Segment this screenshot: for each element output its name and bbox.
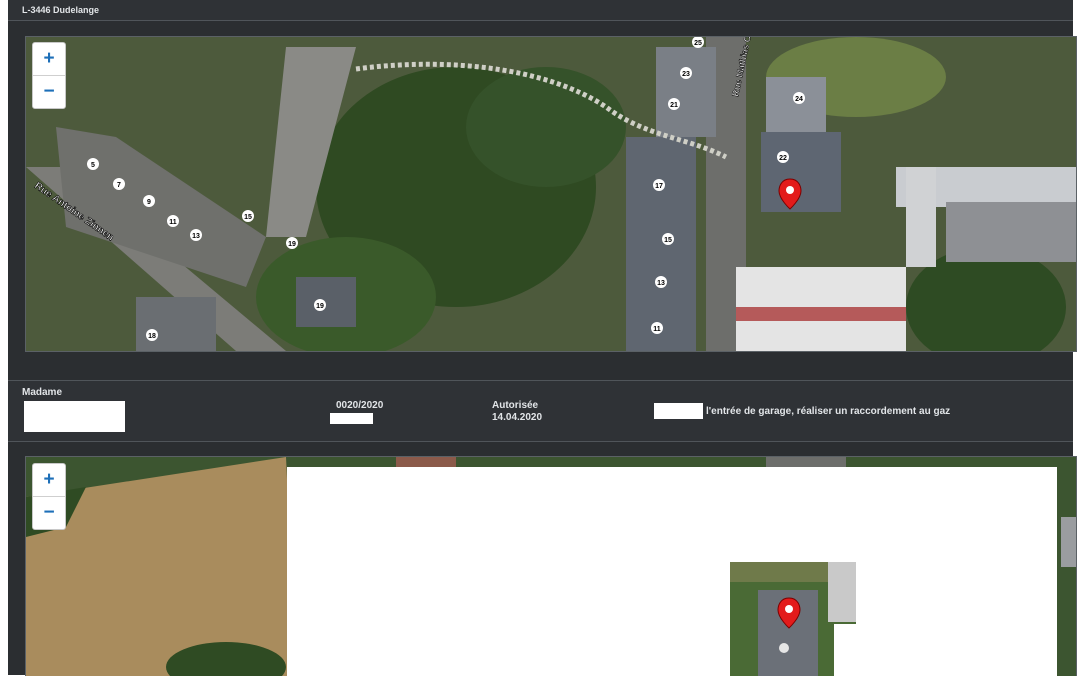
- house-number-label: 18: [148, 333, 156, 340]
- house-number-label: 15: [664, 237, 672, 244]
- house-number-label: 5: [91, 162, 95, 169]
- house-number-label: 23: [682, 71, 690, 78]
- record-description: l'entrée de garage, réaliser un raccorde…: [706, 406, 951, 417]
- house-number-label: 13: [657, 280, 665, 287]
- thumbnail-aerial: [730, 562, 856, 676]
- redacted-dossier-block: [330, 413, 373, 424]
- house-number-label: 9: [147, 199, 151, 206]
- redacted-name-block: [24, 401, 125, 432]
- house-number-label: 25: [694, 40, 702, 47]
- map-aerial-1[interactable]: 25 23 21 24 22 17 15 13 11 5 7 9 11 13 1…: [25, 36, 1077, 352]
- redacted-description-block: [654, 403, 703, 419]
- aerial-imagery-1: 25 23 21 24 22 17 15 13 11 5 7 9 11 13 1…: [26, 37, 1076, 351]
- zoom-out-button[interactable]: −: [33, 75, 65, 108]
- results-panel: L-3446 Dudelange 25 23 21 24 22 17 15 13…: [8, 0, 1077, 676]
- zoom-control-2: + −: [32, 463, 66, 530]
- house-number-label: 7: [117, 182, 121, 189]
- record-dossier-number: 0020/2020: [336, 400, 384, 411]
- record-address: L-3446 Dudelange: [22, 5, 100, 15]
- house-number-label: 15: [244, 214, 252, 221]
- house-number-label: 17: [655, 183, 663, 190]
- zoom-in-button[interactable]: +: [33, 43, 65, 75]
- house-number-label: 21: [670, 102, 678, 109]
- house-number-label: 19: [288, 241, 296, 248]
- record-status: Autorisée: [492, 400, 539, 411]
- zoom-control-1: + −: [32, 42, 66, 109]
- house-number-label: 13: [192, 233, 200, 240]
- house-number-label: 11: [169, 219, 177, 226]
- record-row[interactable]: Madame 0020/2020 Autorisée 14.04.2020 l'…: [8, 380, 1073, 442]
- record-row-previous: L-3446 Dudelange: [8, 0, 1073, 21]
- house-number-label: 19: [316, 303, 324, 310]
- house-number-label: 24: [795, 96, 803, 103]
- house-number-label: 11: [653, 326, 661, 333]
- zoom-in-button-2[interactable]: +: [33, 464, 65, 496]
- map-aerial-2[interactable]: + −: [25, 456, 1077, 676]
- record-status-date: 14.04.2020: [492, 412, 543, 423]
- house-number-label: 22: [779, 155, 787, 162]
- overlay-white-block: [287, 467, 1057, 676]
- record-title: Madame: [22, 387, 63, 398]
- zoom-out-button-2[interactable]: −: [33, 496, 65, 529]
